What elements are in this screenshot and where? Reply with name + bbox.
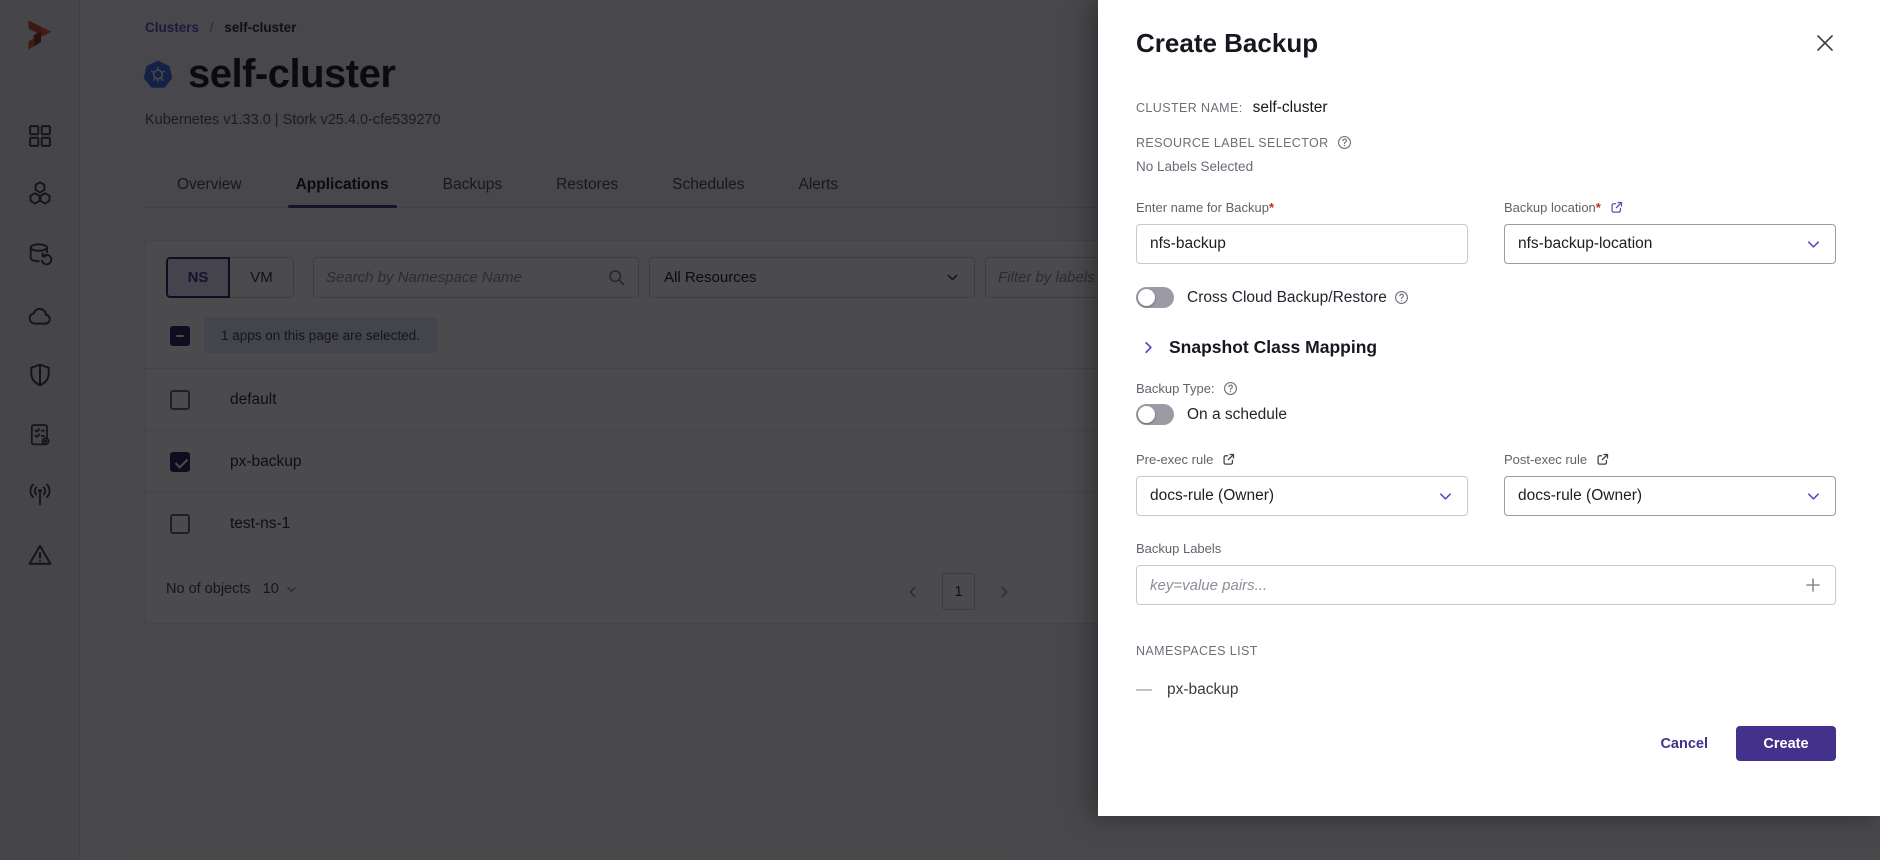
post-exec-rule-label: Post-exec rule xyxy=(1504,452,1587,467)
backup-type-label: Backup Type: xyxy=(1136,381,1215,396)
backup-labels-field: Backup Labels xyxy=(1136,541,1836,605)
backup-name-input[interactable] xyxy=(1136,224,1468,264)
pre-exec-rule-value: docs-rule (Owner) xyxy=(1150,487,1274,505)
post-exec-rule-select[interactable]: docs-rule (Owner) xyxy=(1504,476,1836,516)
backup-name-field: Enter name for Backup* xyxy=(1136,200,1468,264)
chevron-right-icon xyxy=(1140,339,1157,356)
pre-exec-rule-label: Pre-exec rule xyxy=(1136,452,1213,467)
backup-location-field: Backup location* nfs-backup-location xyxy=(1504,200,1836,264)
namespaces-list-label: NAMESPACES LIST xyxy=(1136,644,1836,658)
create-backup-drawer: Create Backup CLUSTER NAME: self-cluster… xyxy=(1098,0,1880,816)
cross-cloud-toggle[interactable] xyxy=(1136,287,1174,308)
cluster-name-value: self-cluster xyxy=(1253,99,1328,117)
external-link-icon[interactable] xyxy=(1595,452,1610,467)
backup-location-label: Backup location* xyxy=(1504,200,1601,215)
resource-label-selector-label: RESOURCE LABEL SELECTOR xyxy=(1136,136,1329,150)
pre-exec-rule-field: Pre-exec rule docs-rule (Owner) xyxy=(1136,452,1468,516)
help-icon[interactable] xyxy=(1337,135,1352,150)
cancel-button[interactable]: Cancel xyxy=(1660,736,1708,752)
pre-exec-rule-select[interactable]: docs-rule (Owner) xyxy=(1136,476,1468,516)
snapshot-class-mapping-expander[interactable]: Snapshot Class Mapping xyxy=(1140,337,1836,358)
help-icon[interactable] xyxy=(1394,290,1409,305)
backup-labels-label: Backup Labels xyxy=(1136,541,1221,556)
backup-labels-input[interactable] xyxy=(1150,577,1794,594)
post-exec-rule-value: docs-rule (Owner) xyxy=(1518,487,1642,505)
chevron-down-icon xyxy=(1805,236,1822,253)
chevron-down-icon xyxy=(1805,488,1822,505)
dash-icon: — xyxy=(1136,681,1152,699)
schedule-toggle[interactable] xyxy=(1136,404,1174,425)
namespace-item-name: px-backup xyxy=(1167,681,1239,699)
no-labels-text: No Labels Selected xyxy=(1136,159,1836,174)
create-button[interactable]: Create xyxy=(1736,726,1836,761)
schedule-label: On a schedule xyxy=(1187,406,1287,424)
backup-location-select[interactable]: nfs-backup-location xyxy=(1504,224,1836,264)
namespace-list-item: — px-backup xyxy=(1136,681,1836,699)
backup-name-label: Enter name for Backup* xyxy=(1136,200,1274,215)
drawer-title: Create Backup xyxy=(1136,28,1318,59)
cluster-name-label: CLUSTER NAME: xyxy=(1136,101,1243,115)
external-link-icon[interactable] xyxy=(1609,200,1624,215)
backup-location-value: nfs-backup-location xyxy=(1518,235,1652,253)
chevron-down-icon xyxy=(1437,488,1454,505)
post-exec-rule-field: Post-exec rule docs-rule (Owner) xyxy=(1504,452,1836,516)
add-label-icon[interactable] xyxy=(1804,576,1822,594)
close-icon[interactable] xyxy=(1814,32,1836,54)
help-icon[interactable] xyxy=(1223,381,1238,396)
snapshot-class-mapping-label: Snapshot Class Mapping xyxy=(1169,337,1377,358)
cross-cloud-label: Cross Cloud Backup/Restore xyxy=(1187,289,1387,307)
external-link-icon[interactable] xyxy=(1221,452,1236,467)
